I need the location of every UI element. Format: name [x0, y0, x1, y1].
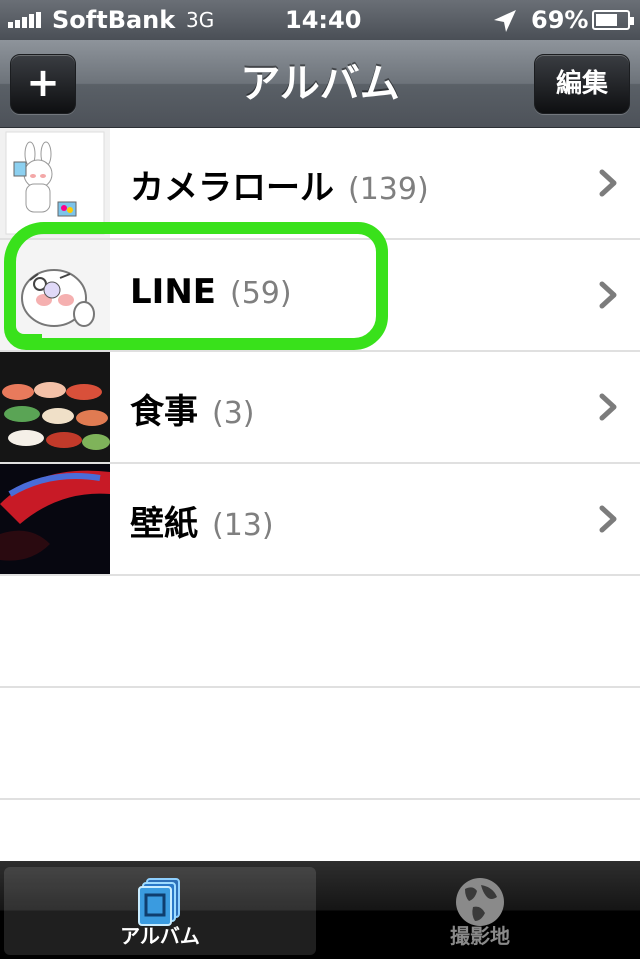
chevron-right-icon	[599, 281, 617, 309]
carrier-name: SoftBank	[52, 6, 176, 34]
album-name: 壁紙	[130, 504, 198, 544]
location-arrow-icon	[494, 10, 516, 32]
album-name: LINE	[130, 272, 216, 312]
album-title: 壁紙 (13)	[130, 496, 274, 545]
navigation-bar: アルバム + 編集	[0, 40, 640, 128]
network-type: 3G	[186, 8, 215, 32]
album-list: カメラロール (139) LINE (59) 食事 (3) 壁紙 (13)	[0, 128, 640, 800]
album-count: (3)	[212, 396, 255, 431]
tab-albums[interactable]: アルバム	[4, 867, 316, 955]
album-row-food[interactable]: 食事 (3)	[0, 352, 640, 464]
album-row-wallpaper[interactable]: 壁紙 (13)	[0, 464, 640, 576]
album-count: (13)	[212, 508, 274, 543]
album-title: 食事 (3)	[130, 384, 255, 433]
tab-label: アルバム	[120, 924, 200, 948]
battery-icon	[592, 10, 634, 30]
tab-places[interactable]: 撮影地	[324, 867, 636, 955]
album-title: カメラロール (139)	[130, 160, 429, 209]
empty-row	[0, 688, 640, 800]
add-album-button[interactable]: +	[10, 54, 76, 114]
album-row-camera-roll[interactable]: カメラロール (139)	[0, 128, 640, 240]
album-count: (139)	[348, 172, 429, 207]
chevron-right-icon	[599, 393, 617, 421]
album-name: 食事	[130, 392, 198, 432]
empty-row	[0, 576, 640, 688]
sushi-thumbnail	[0, 352, 110, 462]
tab-bar: アルバム 撮影地	[0, 861, 640, 959]
chevron-right-icon	[599, 505, 617, 533]
wallpaper-thumbnail	[0, 464, 110, 574]
album-count: (59)	[230, 276, 292, 311]
album-name: カメラロール	[130, 168, 334, 208]
tab-label: 撮影地	[450, 924, 510, 948]
album-title: LINE (59)	[130, 272, 292, 312]
battery-percent: 69%	[531, 6, 589, 34]
chevron-right-icon	[599, 169, 617, 197]
clock: 14:40	[285, 6, 362, 34]
edit-button[interactable]: 編集	[534, 54, 630, 114]
album-row-line[interactable]: LINE (59)	[0, 240, 640, 352]
camera-roll-thumbnail	[0, 128, 110, 238]
line-sticker-thumbnail	[0, 240, 110, 350]
status-bar: SoftBank 3G 14:40 69%	[0, 0, 640, 40]
